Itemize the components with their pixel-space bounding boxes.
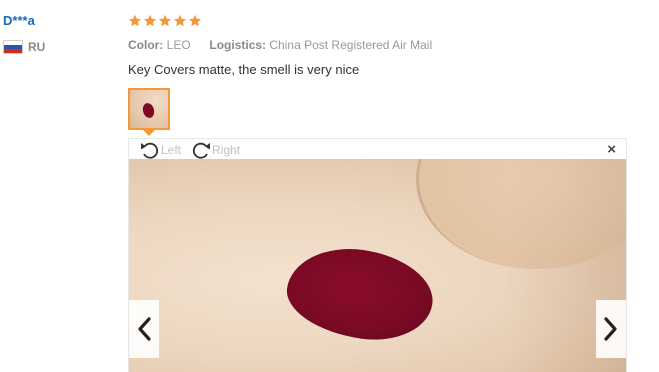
color-label: Color: — [128, 38, 164, 52]
star-icon — [158, 14, 172, 27]
rotate-right-icon — [192, 142, 211, 159]
lipstick-swatch — [281, 240, 439, 348]
flag-icon — [3, 40, 23, 54]
next-photo-button[interactable] — [596, 300, 626, 358]
logistics-value: China Post Registered Air Mail — [269, 38, 433, 52]
star-icon — [173, 14, 187, 27]
rotate-right-label: Right — [212, 143, 241, 157]
viewer-controls: Left Right — [139, 140, 249, 160]
reviewer-info: D***a — [3, 13, 35, 28]
color-value: LEO — [166, 38, 191, 52]
country-code: RU — [28, 40, 46, 54]
star-icon — [128, 14, 142, 27]
rotate-left-label: Left — [161, 143, 182, 157]
order-attributes: Color: LEO Logistics: China Post Registe… — [128, 38, 432, 52]
previous-photo-button[interactable] — [129, 300, 159, 358]
star-icon — [143, 14, 157, 27]
star-icon — [188, 14, 202, 27]
reviewer-name: D***a — [3, 13, 35, 28]
chevron-left-icon — [138, 317, 151, 341]
rotate-right-button[interactable]: Right — [190, 140, 240, 160]
chevron-right-icon — [604, 317, 617, 341]
close-viewer-button[interactable]: × — [607, 142, 616, 158]
thumbnail-pointer-icon — [143, 130, 155, 136]
logistics-label: Logistics: — [209, 38, 267, 52]
photo-viewer: Left Right × — [128, 138, 627, 372]
review-photo-thumbnail[interactable] — [128, 88, 170, 130]
rotate-left-button[interactable]: Left — [139, 140, 181, 160]
rotate-left-icon — [141, 142, 159, 159]
review-photo — [129, 159, 626, 372]
reviewer-country: RU — [3, 40, 45, 54]
star-rating — [128, 12, 628, 30]
review-text: Key Covers matte, the smell is very nice — [128, 62, 360, 77]
